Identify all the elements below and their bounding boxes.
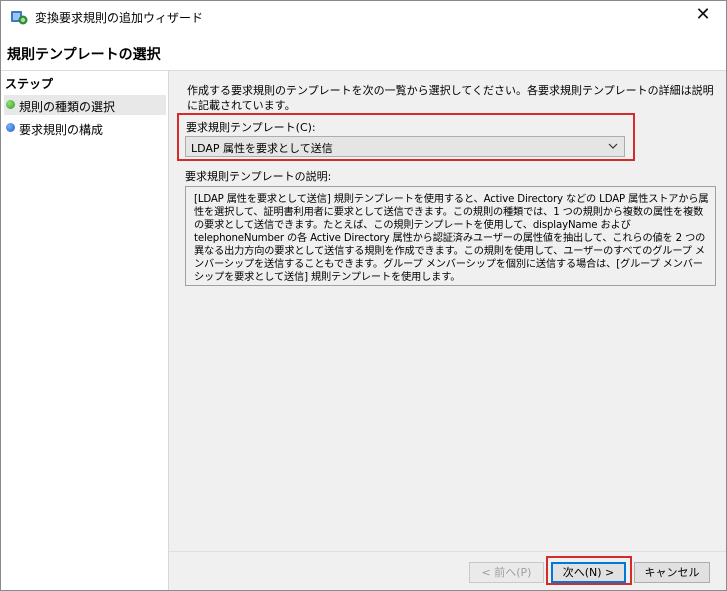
description-box: [LDAP 属性を要求として送信] 規則テンプレートを使用すると、Active … <box>185 186 716 286</box>
step-configure-rule[interactable]: 要求規則の構成 <box>4 118 166 138</box>
title-bar: 変換要求規則の追加ウィザード ✕ <box>1 1 726 31</box>
step-rule-type[interactable]: 規則の種類の選択 <box>4 95 166 115</box>
back-button[interactable]: < 前へ(P) <box>469 562 544 583</box>
adfs-app-icon <box>11 11 28 25</box>
description-label: 要求規則テンプレートの説明: <box>185 170 332 183</box>
step-pending-icon <box>6 123 15 132</box>
page-title: 規則テンプレートの選択 <box>7 47 161 63</box>
steps-heading: ステップ <box>5 77 54 91</box>
next-button-highlight-frame <box>546 556 632 585</box>
intro-text: 作成する要求規則のテンプレートを次の一覧から選択してください。各要求規則テンプレ… <box>187 84 714 112</box>
wizard-window: 変換要求規則の追加ウィザード ✕ 規則テンプレートの選択 ステップ 規則の種類の… <box>0 0 727 591</box>
template-highlight-frame <box>177 113 635 161</box>
close-button[interactable]: ✕ <box>680 1 726 31</box>
cancel-button[interactable]: キャンセル <box>634 562 710 583</box>
close-icon: ✕ <box>695 4 711 25</box>
button-bar: < 前へ(P) 次へ(N) > キャンセル <box>169 551 726 590</box>
step-label: 規則の種類の選択 <box>19 100 116 114</box>
window-title: 変換要求規則の追加ウィザード <box>35 11 204 25</box>
page-header: 規則テンプレートの選択 <box>1 31 726 71</box>
step-label: 要求規則の構成 <box>19 123 104 137</box>
steps-sidebar: ステップ 規則の種類の選択 要求規則の構成 <box>1 71 169 590</box>
step-complete-icon <box>6 100 15 109</box>
